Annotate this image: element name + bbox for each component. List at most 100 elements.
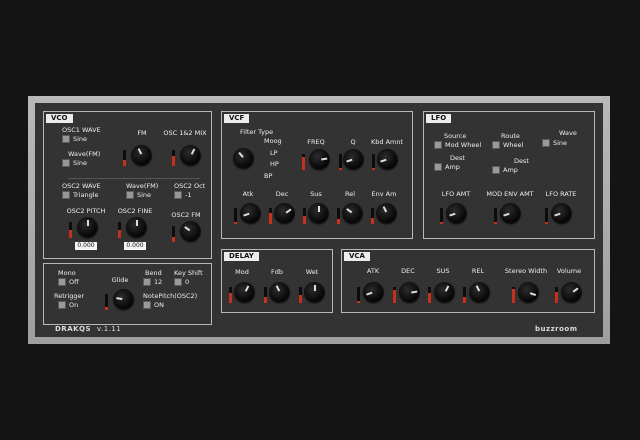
vca-title: VCA	[344, 252, 370, 261]
freq-label: FREQ	[307, 138, 325, 146]
vca-atk-meter	[357, 287, 360, 303]
osc1-wave-checkbox[interactable]	[62, 135, 70, 143]
plugin-name: DRAKQS	[55, 325, 92, 333]
delay-mod-knob[interactable]	[235, 283, 254, 302]
vcf-rel-knob[interactable]	[343, 204, 362, 223]
volume-knob[interactable]	[562, 283, 581, 302]
filter-type-label: Filter Type	[240, 128, 274, 136]
glide-knob[interactable]	[114, 290, 133, 309]
osc2-oct-checkbox[interactable]	[174, 191, 182, 199]
lfo-route-checkbox[interactable]	[492, 141, 500, 149]
lfo-route-select[interactable]: Wheel	[492, 141, 523, 149]
vcf-env-am-meter	[371, 208, 374, 224]
osc-mix-label: OSC 1&2 MIX	[163, 129, 207, 137]
osc-mix-knob[interactable]	[181, 146, 200, 165]
stereo-width-knob[interactable]	[519, 283, 538, 302]
lfo-rate-meter	[545, 208, 548, 224]
lfo-source-select[interactable]: Mod Wheel	[434, 141, 481, 149]
filter-option-lp[interactable]: LP	[270, 149, 278, 157]
stereo-width-label: Stereo Width	[504, 267, 548, 275]
lfo-dest2-checkbox[interactable]	[492, 166, 500, 174]
kbd-amnt-knob[interactable]	[378, 150, 397, 169]
plugin-name-version: DRAKQS v.1.11	[55, 325, 121, 333]
note-pitch-select[interactable]: ON	[143, 301, 164, 309]
bend-checkbox[interactable]	[143, 278, 151, 286]
bend-value: 12	[154, 278, 163, 286]
osc1-wave-select[interactable]: Sine	[62, 135, 87, 143]
osc2-fine-value[interactable]: 0.000	[124, 242, 146, 250]
freq-meter	[302, 154, 305, 170]
note-pitch-checkbox[interactable]	[143, 301, 151, 309]
filter-type-knob[interactable]	[234, 149, 253, 168]
osc2-wave-value: Triangle	[73, 191, 99, 199]
q-knob[interactable]	[344, 150, 363, 169]
bend-label: Bend	[145, 269, 162, 277]
delay-wet-label: Wet	[305, 268, 319, 276]
delay-mod-meter	[229, 287, 232, 303]
retrigger-checkbox[interactable]	[58, 301, 66, 309]
vco-section: VCO OSC1 WAVE Sine Wave(FM) Sine FM OSC …	[43, 111, 212, 259]
lfo-source-value: Mod Wheel	[445, 141, 482, 149]
vcf-rel-meter	[337, 208, 340, 224]
osc2-pitch-knob[interactable]	[78, 218, 97, 237]
key-shift-value: 0	[185, 278, 190, 286]
wave-fm-select[interactable]: Sine	[62, 159, 87, 167]
osc2-wave-fm-checkbox[interactable]	[126, 191, 134, 199]
freq-knob[interactable]	[310, 150, 329, 169]
mod-env-amt-label: MOD ENV AMT	[486, 190, 534, 198]
fm-knob[interactable]	[132, 146, 151, 165]
lfo-dest2-select[interactable]: Amp	[492, 166, 518, 174]
delay-fdb-label: Fdb	[271, 268, 283, 276]
mod-env-amt-knob[interactable]	[501, 204, 520, 223]
vca-dec-label: DEC	[401, 267, 415, 275]
vcf-dec-meter	[269, 208, 272, 224]
wave-fm-value: Sine	[73, 159, 88, 167]
osc2-wave-label: OSC2 WAVE	[62, 182, 101, 190]
vcf-atk-knob[interactable]	[241, 204, 260, 223]
vca-dec-meter	[393, 287, 396, 303]
vca-atk-knob[interactable]	[364, 283, 383, 302]
mono-select[interactable]: Off	[58, 278, 79, 286]
filter-option-hp[interactable]: HP	[270, 160, 279, 168]
delay-wet-knob[interactable]	[305, 283, 324, 302]
osc2-wave-checkbox[interactable]	[62, 191, 70, 199]
osc-mix-meter	[172, 150, 175, 166]
lfo-wave-checkbox[interactable]	[542, 139, 550, 147]
vcf-dec-knob[interactable]	[275, 204, 294, 223]
vcf-sus-label: Sus	[310, 190, 322, 198]
vca-sus-knob[interactable]	[435, 283, 454, 302]
lfo-dest1-select[interactable]: Amp	[434, 163, 460, 171]
lfo-dest1-label: Dest	[450, 154, 465, 162]
stereo-width-meter	[512, 287, 515, 303]
wave-fm-checkbox[interactable]	[62, 159, 70, 167]
osc2-pitch-value[interactable]: 0.000	[75, 242, 97, 250]
key-shift-select[interactable]: 0	[174, 278, 189, 286]
vca-dec-knob[interactable]	[400, 283, 419, 302]
vca-rel-knob[interactable]	[470, 283, 489, 302]
osc2-fine-knob[interactable]	[127, 218, 146, 237]
vcf-sus-knob[interactable]	[309, 204, 328, 223]
lfo-rate-knob[interactable]	[552, 204, 571, 223]
key-shift-checkbox[interactable]	[174, 278, 182, 286]
vcf-env-am-knob[interactable]	[377, 204, 396, 223]
vcf-dec-label: Dec	[275, 190, 289, 198]
filter-option-moog[interactable]: Moog	[264, 137, 282, 145]
bend-select[interactable]: 12	[143, 278, 162, 286]
osc2-fm-knob[interactable]	[181, 222, 200, 241]
lfo-source-checkbox[interactable]	[434, 141, 442, 149]
lfo-amt-knob[interactable]	[447, 204, 466, 223]
delay-fdb-knob[interactable]	[270, 283, 289, 302]
vca-sus-label: SUS	[436, 267, 450, 275]
osc2-wave-select[interactable]: Triangle	[62, 191, 99, 199]
lfo-dest1-checkbox[interactable]	[434, 163, 442, 171]
osc2-oct-select[interactable]: -1	[174, 191, 191, 199]
osc2-wave-fm-select[interactable]: Sine	[126, 191, 151, 199]
lfo-wave-select[interactable]: Sine	[542, 139, 567, 147]
lfo-wave-label: Wave	[559, 129, 577, 137]
osc2-oct-label: OSC2 Oct	[174, 182, 206, 190]
osc2-fine-label: OSC2 FINE	[117, 207, 153, 215]
mono-checkbox[interactable]	[58, 278, 66, 286]
lfo-dest1-value: Amp	[445, 163, 460, 171]
filter-option-bp[interactable]: BP	[264, 172, 272, 180]
retrigger-select[interactable]: On	[58, 301, 78, 309]
